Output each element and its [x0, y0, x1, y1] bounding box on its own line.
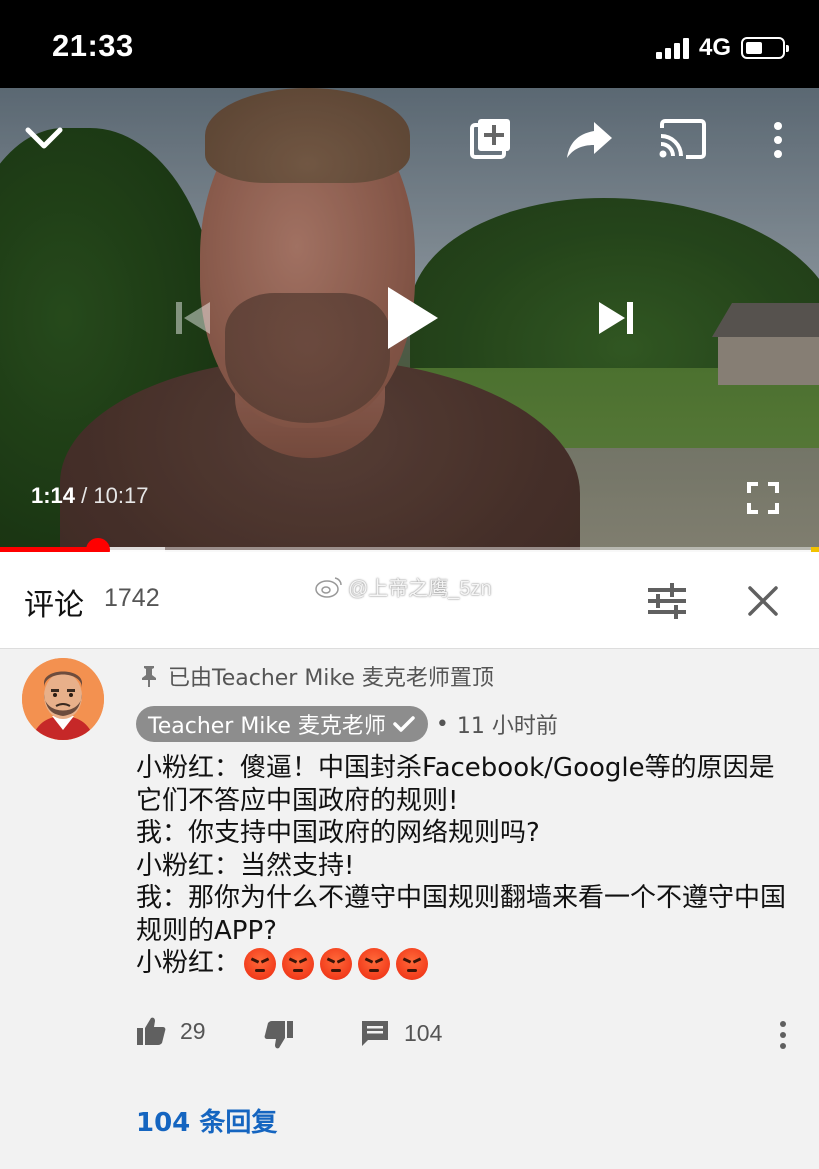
pinned-comment: 已由Teacher Mike 麦克老师置顶 Teacher Mike 麦克老师 … — [0, 650, 819, 1169]
cast-icon[interactable] — [658, 118, 708, 160]
emoji-row — [244, 947, 429, 980]
chevron-down-icon[interactable] — [22, 118, 66, 158]
comment-line-last: 小粉红： — [136, 947, 796, 980]
like-button[interactable]: 29 — [136, 1016, 206, 1046]
close-icon[interactable] — [744, 582, 782, 620]
comments-header: 评论 1742 @上帝之鹰_5zn — [0, 552, 819, 649]
thumbs-up-icon — [137, 1017, 166, 1045]
angry-face-emoji — [320, 947, 353, 980]
author-chip[interactable]: Teacher Mike 麦克老师 — [136, 706, 428, 742]
comment-time: 11 小时前 — [456, 714, 558, 739]
comment-icon — [362, 1021, 388, 1046]
video-time: 1:14 / 10:17 — [31, 483, 148, 509]
angry-face-emoji — [396, 947, 429, 980]
watermark-text: @上帝之鹰_5zn — [348, 578, 492, 600]
watermark: @上帝之鹰_5zn — [314, 572, 492, 601]
view-replies-link[interactable]: 104 条回复 — [136, 1102, 277, 1139]
thumbs-down-icon — [264, 1021, 293, 1049]
angry-face-emoji — [358, 947, 391, 980]
status-bar: 21:33 4G — [0, 0, 819, 88]
battery-icon — [741, 37, 789, 59]
more-vert-icon[interactable] — [776, 1020, 790, 1050]
angry-face-emoji — [244, 947, 277, 980]
more-vert-icon[interactable] — [766, 118, 790, 162]
comment-actions: 29 104 — [136, 1012, 796, 1056]
status-time: 21:33 — [52, 28, 134, 63]
weibo-icon — [315, 576, 342, 598]
comment-text: 小粉红：傻逼！中国封杀Facebook/Google等的原因是它们不答应中国政府… — [136, 752, 796, 980]
skip-next-icon[interactable] — [595, 296, 639, 340]
comment-line: 小粉红：傻逼！中国封杀Facebook/Google等的原因是它们不答应中国政府… — [136, 753, 775, 816]
status-indicators: 4G — [655, 34, 789, 62]
reply-button[interactable]: 104 — [360, 1018, 442, 1048]
like-count: 29 — [180, 1017, 206, 1044]
fullscreen-icon[interactable] — [745, 480, 781, 516]
reply-count: 104 — [404, 1019, 443, 1046]
comments-title: 评论 — [24, 588, 84, 623]
pinned-text: 已由Teacher Mike 麦克老师置顶 — [168, 666, 494, 691]
network-type: 4G — [698, 34, 731, 61]
share-icon[interactable] — [564, 118, 614, 162]
video-player[interactable]: 1:14 / 10:17 — [0, 88, 819, 550]
play-icon[interactable] — [382, 283, 442, 353]
angry-face-emoji — [282, 947, 315, 980]
comments-count: 1742 — [104, 584, 160, 612]
comment-line: 我：那你为什么不遵守中国规则翻墙来看一个不遵守中国规则的APP? — [136, 883, 787, 946]
avatar[interactable] — [22, 658, 104, 740]
signal-icon — [655, 37, 689, 59]
comment-separator: • — [435, 711, 449, 737]
skip-previous-icon[interactable] — [170, 296, 214, 340]
verified-check-icon — [393, 716, 415, 732]
author-name: Teacher Mike 麦克老师 — [148, 714, 386, 739]
sort-filter-icon[interactable] — [646, 580, 688, 622]
comment-line: 我：你支持中国政府的网络规则吗? — [136, 818, 540, 848]
pin-icon — [142, 666, 156, 687]
comment-author-row: Teacher Mike 麦克老师 • 11 小时前 — [136, 706, 558, 742]
dislike-button[interactable] — [262, 1020, 308, 1050]
comment-line: 小粉红：当然支持! — [136, 850, 355, 881]
add-to-playlist-icon[interactable] — [469, 116, 513, 160]
comment-line-prefix: 小粉红： — [136, 948, 241, 978]
pinned-label: 已由Teacher Mike 麦克老师置顶 — [140, 660, 494, 692]
duration: / 10:17 — [81, 483, 149, 508]
current-time: 1:14 — [31, 483, 76, 508]
